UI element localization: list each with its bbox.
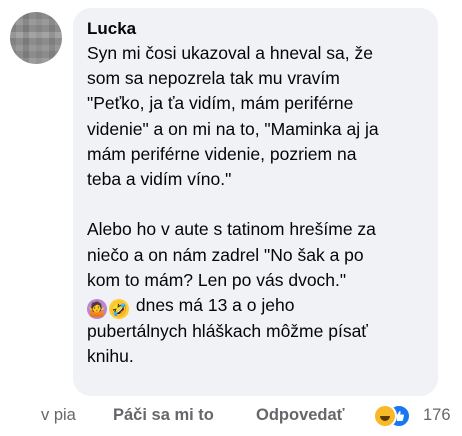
comment-timestamp[interactable]: v pia (41, 403, 76, 427)
comment-line: som sa nepozrela tak mu vravím (87, 68, 340, 89)
comment-line: videnie" a on mi na to, "Maminka aj ja (87, 118, 379, 139)
haha-icon (373, 404, 397, 428)
comment-line: Syn mi čosi ukazoval a hneval sa, že (87, 43, 373, 63)
comment-line: teba a vidím víno." (87, 169, 232, 190)
comment-line: knihu. (87, 346, 134, 367)
like-button[interactable]: Páči sa mi to (113, 403, 214, 427)
comment-actions: v pia Páči sa mi to Odpovedať 176 (0, 403, 462, 428)
avatar[interactable] (10, 12, 62, 64)
comment-author[interactable]: Lucka (87, 18, 424, 40)
comment-line-text: dnes má 13 a o jeho (131, 295, 295, 316)
comment-emoji-line: 🤷 🤣 dnes má 13 a o jeho (87, 293, 424, 320)
rofl-icon: 🤣 (109, 299, 129, 320)
comment-text: Syn mi čosi ukazoval a hneval sa, že som… (87, 41, 424, 369)
comment-line: pubertálnych hláškach môžme písať (87, 321, 368, 342)
comment-line: "Peťko, ja ťa vidím, mám periférne (87, 93, 354, 114)
comment-line: Alebo ho v aute s tatinom hrešíme za (87, 219, 376, 240)
comment-bubble: Lucka Syn mi čosi ukazoval a hneval sa, … (73, 8, 438, 396)
reply-button[interactable]: Odpovedať (256, 403, 345, 427)
comment-paragraph-1: Syn mi čosi ukazoval a hneval sa, že som… (87, 41, 424, 192)
comment-paragraph-2: Alebo ho v aute s tatinom hrešíme za nie… (87, 217, 424, 369)
comment-line: kom to mám? Len po vás dvoch." (87, 269, 347, 290)
comment-line: niečo a on nám zadrel "No šak a po (87, 244, 364, 265)
person-shrugging-icon: 🤷 (87, 299, 107, 320)
reaction-count[interactable]: 176 (423, 403, 451, 427)
comment-line: mám periférne videnie, pozriem na (87, 143, 357, 164)
